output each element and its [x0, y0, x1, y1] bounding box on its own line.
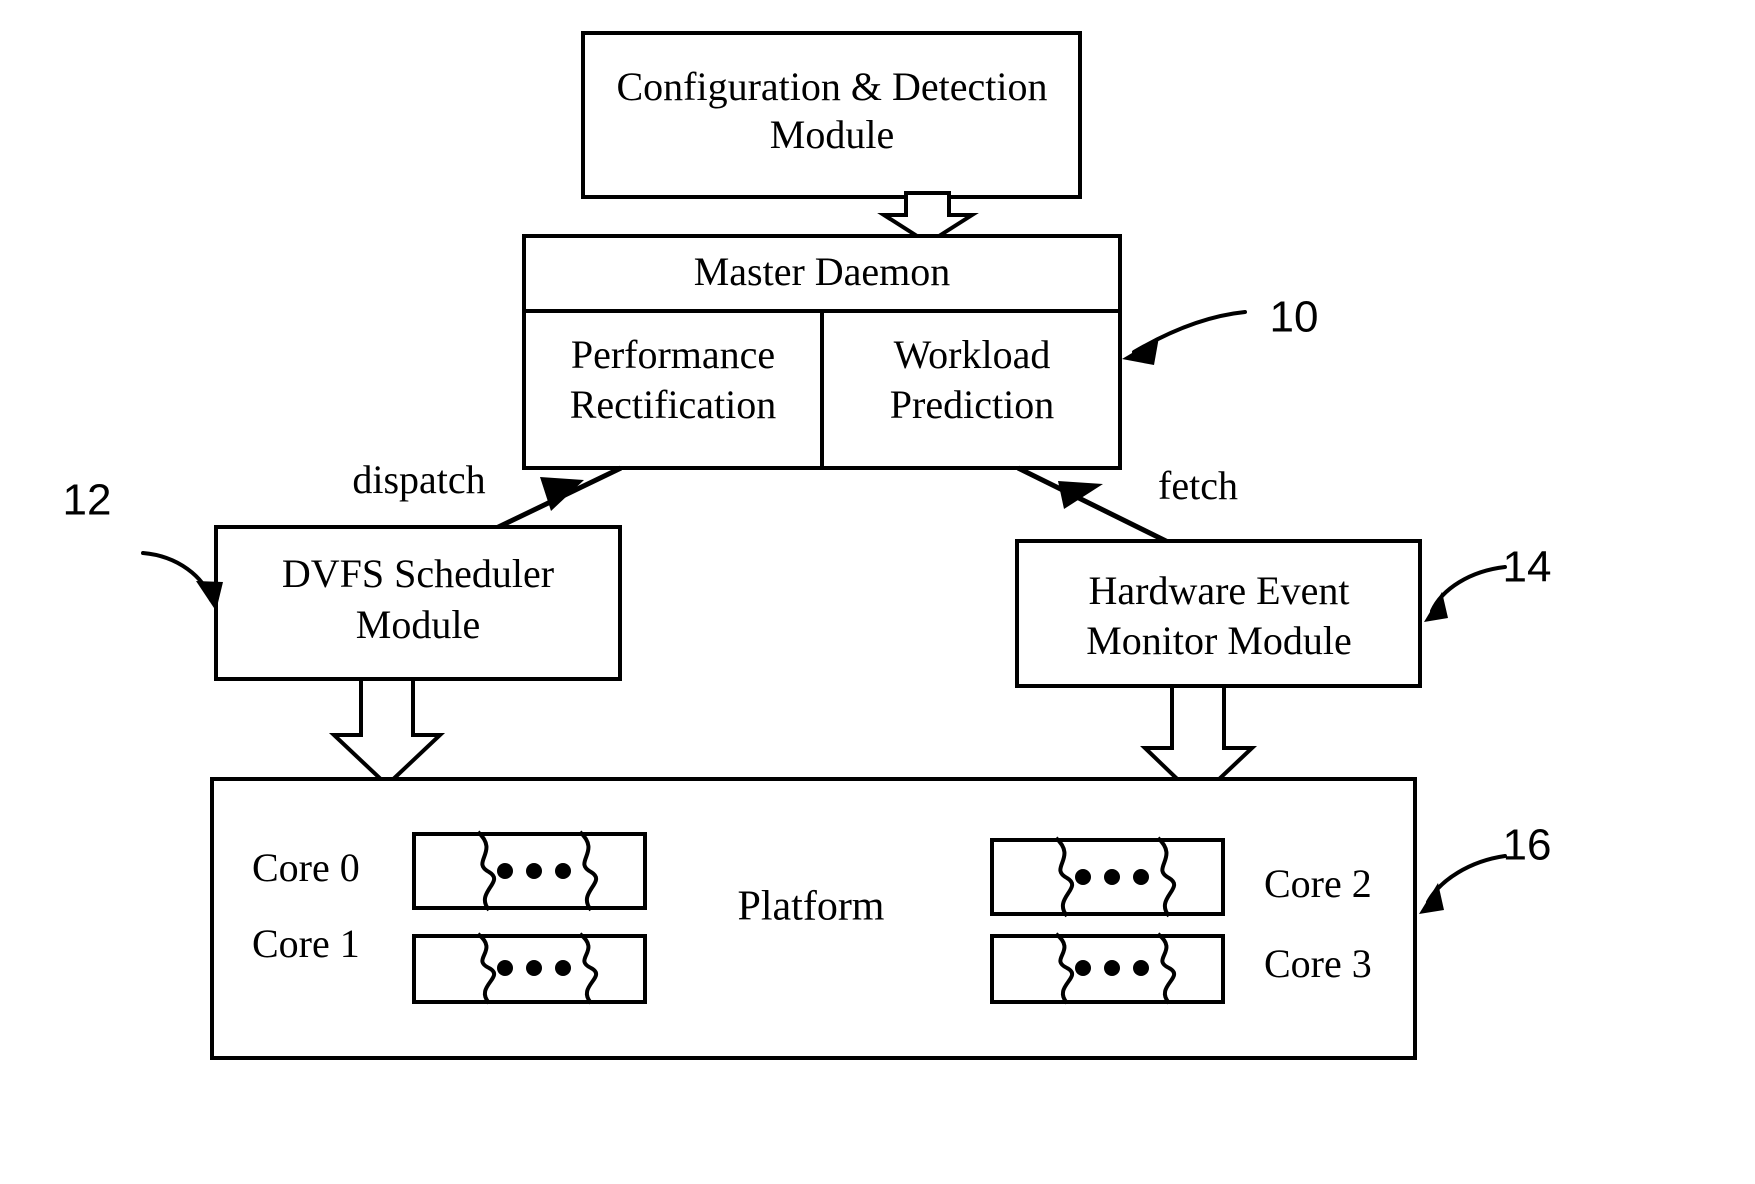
core-0-dot-2: [526, 863, 542, 879]
hollow-down-arrow-icon-dvfs: [328, 677, 446, 788]
leader-line-12: [141, 551, 213, 602]
block-diagram-svg: Configuration & Detection Module Master …: [63, 31, 1551, 1060]
performance-rectification-label-line2: Rectification: [570, 382, 777, 427]
reference-callout-master-daemon: 10: [1122, 293, 1318, 365]
workload-prediction-label-line1: Workload: [894, 332, 1051, 377]
workload-prediction-label-line2: Prediction: [890, 382, 1054, 427]
core-0-label: Core 0: [252, 845, 360, 890]
core-2-label: Core 2: [1264, 861, 1372, 906]
block-master-daemon: Master Daemon Performance Rectification …: [522, 234, 1122, 470]
core-1-label: Core 1: [252, 921, 360, 966]
configuration-detection-module-label-line2: Module: [770, 112, 894, 157]
hardware-event-monitor-label-line1: Hardware Event: [1089, 568, 1350, 613]
fetch-label: fetch: [1158, 463, 1238, 508]
core-2-dot-1: [1075, 869, 1091, 885]
core-0-dot-3: [555, 863, 571, 879]
reference-callout-dvfs-scheduler: 12: [63, 476, 223, 611]
block-dvfs-scheduler-module: DVFS Scheduler Module: [214, 525, 622, 681]
core-1-dot-3: [555, 960, 571, 976]
edge-fetch: fetch: [1016, 463, 1238, 546]
fetch-line: [1016, 465, 1172, 546]
reference-callout-platform: 16: [1419, 821, 1551, 914]
core-1-dot-1: [497, 960, 513, 976]
reference-number-16: 16: [1503, 821, 1552, 870]
arrow-dvfs-to-platform: [328, 677, 446, 788]
block-platform: Platform Core 0 Core 1 Core 2 Core 3: [210, 777, 1417, 1060]
dvfs-scheduler-module-label-line1: DVFS Scheduler: [282, 551, 554, 596]
core-1-dot-2: [526, 960, 542, 976]
leader-arrowhead-10: [1122, 337, 1159, 365]
reference-number-14: 14: [1503, 543, 1552, 592]
core-3-dot-1: [1075, 960, 1091, 976]
dvfs-scheduler-module-label-line2: Module: [356, 602, 480, 647]
block-configuration-detection-module: Configuration & Detection Module: [581, 31, 1082, 199]
reference-callout-hardware-event-monitor: 14: [1424, 543, 1551, 622]
core-2-dot-3: [1133, 869, 1149, 885]
block-hardware-event-monitor-module: Hardware Event Monitor Module: [1015, 539, 1422, 688]
core-0-dot-1: [497, 863, 513, 879]
configuration-detection-module-label-line1: Configuration & Detection: [616, 64, 1047, 109]
leader-arrowhead-14: [1424, 592, 1448, 622]
dispatch-label: dispatch: [352, 457, 485, 502]
performance-rectification-label-line1: Performance: [571, 332, 775, 377]
hardware-event-monitor-module-rect: [1015, 539, 1422, 688]
core-3-dot-3: [1133, 960, 1149, 976]
figure-canvas: Configuration & Detection Module Master …: [0, 0, 1755, 1184]
master-daemon-header-label: Master Daemon: [694, 249, 951, 294]
reference-number-12: 12: [63, 476, 112, 525]
hardware-event-monitor-label-line2: Monitor Module: [1086, 618, 1352, 663]
core-3-label: Core 3: [1264, 941, 1372, 986]
reference-number-10: 10: [1270, 293, 1319, 342]
platform-label: Platform: [738, 884, 885, 930]
core-2-dot-2: [1104, 869, 1120, 885]
core-3-dot-2: [1104, 960, 1120, 976]
